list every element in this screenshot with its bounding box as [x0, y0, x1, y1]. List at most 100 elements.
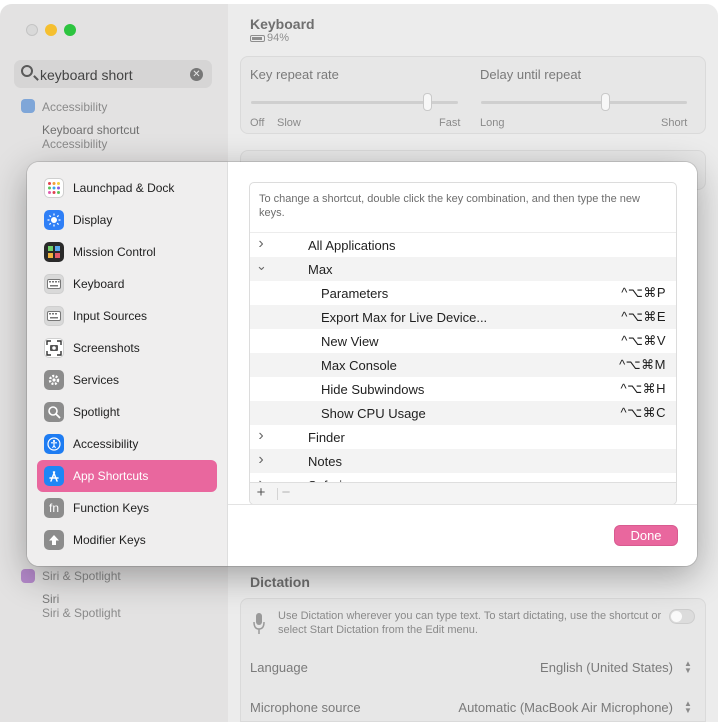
shortcut-keys[interactable]: ^⌥⌘C [621, 405, 666, 421]
key-repeat-slow-label: Slow [277, 117, 301, 129]
sidebar-item-services[interactable]: Services [37, 364, 217, 396]
chevron-right-icon[interactable]: › [256, 451, 266, 469]
mission-control-icon [44, 242, 64, 262]
shortcut-rows: › All Applications ⌄ Max Parameters ^⌥⌘P Expor… [250, 232, 676, 484]
input-sources-icon [44, 306, 64, 326]
remove-shortcut-button[interactable]: − [276, 485, 296, 501]
shortcut-keys[interactable]: ^⌥⌘H [621, 381, 666, 397]
sidebar-item-app-shortcuts[interactable]: App Shortcuts [37, 460, 217, 492]
sidebar-item-label: Launchpad & Dock [73, 181, 175, 195]
microphone-source-select[interactable]: Automatic (MacBook Air Microphone) [458, 700, 673, 715]
app-shortcuts-icon [44, 466, 64, 486]
sidebar-item-label: Input Sources [73, 309, 148, 323]
shortcut-keys[interactable]: ^⌥⌘P [621, 285, 666, 301]
microphone-icon [253, 613, 265, 635]
app-name: All Applications [308, 237, 396, 253]
sidebar-item-label: App Shortcuts [73, 469, 149, 483]
sidebar-item-screenshots[interactable]: Screenshots [37, 332, 217, 364]
keyboard-shortcuts-sheet: Launchpad & Dock Display Mission Control Ke… [27, 162, 697, 566]
shortcut-group-row[interactable]: ⌄ Max [250, 257, 676, 281]
search-result-siri-spotlight[interactable]: Siri & Spotlight [42, 569, 121, 583]
shortcut-hint-text: To change a shortcut, double click the k… [259, 193, 640, 219]
keyboard-settings-group: Key repeat rate Off Slow Fast Delay unti… [240, 56, 706, 134]
zoom-window-button[interactable] [64, 24, 76, 36]
clear-search-icon[interactable]: ✕ [190, 68, 203, 81]
battery-icon [250, 34, 265, 42]
microphone-source-label: Microphone source [250, 700, 361, 715]
delay-repeat-label: Delay until repeat [480, 67, 582, 82]
close-window-button[interactable] [26, 24, 38, 36]
shortcut-row[interactable]: Hide Subwindows ^⌥⌘H [250, 377, 676, 401]
chevron-right-icon[interactable]: › [256, 235, 266, 253]
shortcut-group-row[interactable]: › Finder [250, 425, 676, 449]
services-icon [44, 370, 64, 390]
delay-repeat-slider-knob[interactable] [600, 93, 610, 111]
sidebar-item-label: Modifier Keys [73, 533, 146, 547]
menu-title: New View [321, 333, 379, 349]
search-field[interactable]: keyboard short ✕ [14, 60, 212, 88]
sidebar-item-launchpad[interactable]: Launchpad & Dock [37, 172, 217, 204]
search-input[interactable]: keyboard short [40, 67, 133, 83]
app-name: Notes [308, 453, 342, 469]
microphone-stepper-icon[interactable]: ▲ ▼ [683, 700, 693, 715]
shortcut-keys[interactable]: ^⌥⌘V [621, 333, 666, 349]
battery-level: 94% [267, 32, 290, 44]
shortcut-row[interactable]: Show CPU Usage ^⌥⌘C [250, 401, 676, 425]
key-repeat-fast-label: Fast [439, 117, 461, 129]
sidebar-item-keyboard[interactable]: Keyboard [37, 268, 217, 300]
chevron-right-icon[interactable]: › [256, 427, 266, 445]
shortcut-keys[interactable]: ^⌥⌘M [619, 357, 666, 373]
shortcut-group-row[interactable]: › All Applications [250, 233, 676, 257]
done-button[interactable]: Done [614, 525, 678, 546]
sidebar-item-label: Display [73, 213, 113, 227]
key-repeat-label: Key repeat rate [250, 67, 339, 82]
sidebar-item-modifier-keys[interactable]: Modifier Keys [37, 524, 217, 556]
shortcut-keys[interactable]: ^⌥⌘E [621, 309, 666, 325]
sidebar-item-input-sources[interactable]: Input Sources [37, 300, 217, 332]
sidebar-item-function-keys[interactable]: fn Function Keys [37, 492, 217, 524]
shortcuts-detail-pane: To change a shortcut, double click the k… [228, 162, 697, 566]
sidebar-item-label: Keyboard [73, 277, 125, 291]
sidebar-item-label: Function Keys [73, 501, 150, 515]
chevron-down-icon[interactable]: ⌄ [256, 258, 267, 274]
keyboard-icon [44, 274, 64, 294]
screenshots-icon [44, 338, 64, 358]
shortcut-row[interactable]: Max Console ^⌥⌘M [250, 353, 676, 377]
app-shortcuts-list: To change a shortcut, double click the k… [249, 182, 677, 505]
accessibility-icon [21, 99, 35, 113]
sidebar-item-mission-control[interactable]: Mission Control [37, 236, 217, 268]
sidebar-item-accessibility[interactable]: Accessibility [37, 428, 217, 460]
search-result-accessibility[interactable]: Accessibility [42, 100, 107, 114]
sidebar-item-spotlight[interactable]: Spotlight [37, 396, 217, 428]
delay-repeat-slider[interactable] [481, 101, 687, 104]
sidebar-item-display[interactable]: Display [37, 204, 217, 236]
key-repeat-slider-knob[interactable] [422, 93, 432, 111]
shortcut-row[interactable]: Export Max for Live Device... ^⌥⌘E [250, 305, 676, 329]
display-icon [44, 210, 64, 230]
search-result-title[interactable]: Keyboard shortcut [42, 123, 139, 137]
sidebar-item-label: Screenshots [73, 341, 140, 355]
search-icon [21, 65, 33, 77]
search-result-title[interactable]: Siri [42, 592, 59, 606]
siri-icon [21, 569, 35, 583]
dictation-description: Use Dictation wherever you can type text… [278, 610, 662, 636]
accessibility-icon [44, 434, 64, 454]
app-name: Max [308, 261, 333, 277]
language-select[interactable]: English (United States) [540, 660, 673, 675]
dictation-group: Use Dictation wherever you can type text… [240, 598, 706, 722]
delay-repeat-short-label: Short [661, 117, 688, 129]
shortcuts-category-list: Launchpad & Dock Display Mission Control Ke… [27, 162, 228, 566]
shortcut-row[interactable]: New View ^⌥⌘V [250, 329, 676, 353]
page-title: Keyboard [250, 16, 315, 32]
add-shortcut-button[interactable]: + [251, 485, 271, 501]
menu-title: Parameters [321, 285, 389, 301]
language-stepper-icon[interactable]: ▲ ▼ [683, 660, 693, 675]
shortcut-row[interactable]: Parameters ^⌥⌘P [250, 281, 676, 305]
language-label: Language [250, 660, 308, 675]
minimize-window-button[interactable] [45, 24, 57, 36]
delay-repeat-long-label: Long [480, 117, 505, 129]
dictation-toggle[interactable] [669, 609, 695, 624]
sidebar-item-label: Services [73, 373, 120, 387]
battery-status: 94% [250, 32, 289, 44]
shortcut-group-row[interactable]: › Notes [250, 449, 676, 473]
